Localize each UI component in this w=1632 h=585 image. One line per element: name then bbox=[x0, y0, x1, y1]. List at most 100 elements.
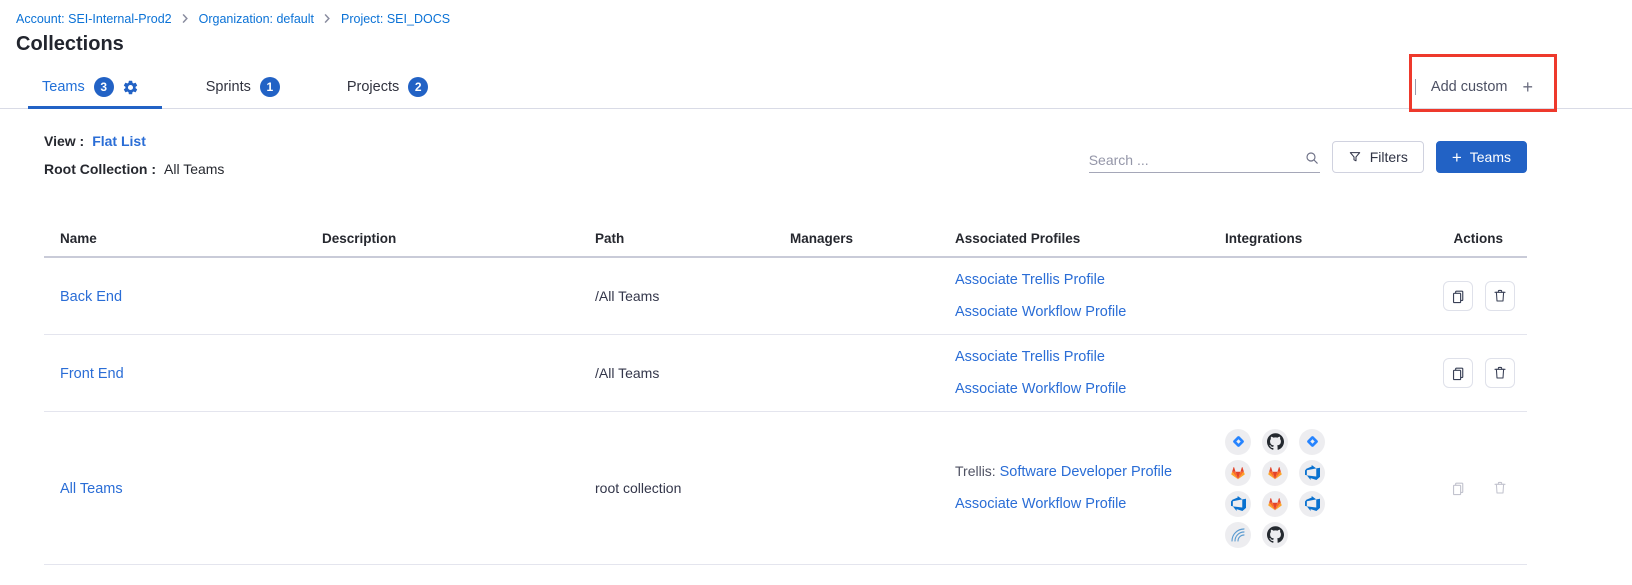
azure-devops-icon bbox=[1299, 460, 1325, 486]
profile-link[interactable]: Associate Workflow Profile bbox=[955, 381, 1126, 397]
delete-button[interactable] bbox=[1485, 358, 1515, 388]
profile-prefix: Trellis: bbox=[955, 463, 1000, 479]
plus-icon: + bbox=[1452, 150, 1462, 165]
jira-icon bbox=[1225, 429, 1251, 455]
controls-bar: View : Flat List Root Collection : All T… bbox=[44, 133, 1527, 197]
view-flat-list-link[interactable]: Flat List bbox=[92, 133, 146, 149]
filters-button[interactable]: Filters bbox=[1332, 141, 1424, 173]
profile-link[interactable]: Software Developer Profile bbox=[1000, 464, 1172, 480]
gear-icon[interactable] bbox=[122, 79, 139, 96]
column-header-managers: Managers bbox=[774, 219, 939, 256]
column-header-name: Name bbox=[44, 219, 306, 256]
tab-teams[interactable]: Teams 3 bbox=[42, 77, 139, 97]
integrations-grid bbox=[1225, 429, 1374, 548]
tab-projects[interactable]: Projects 2 bbox=[347, 77, 428, 97]
tab-label: Projects bbox=[347, 79, 399, 95]
profile-link[interactable]: Associate Workflow Profile bbox=[955, 304, 1126, 320]
add-custom-label: Add custom bbox=[1431, 79, 1508, 95]
trash-icon bbox=[1492, 480, 1508, 496]
jira-icon bbox=[1299, 429, 1325, 455]
profile-line: Associate Workflow Profile bbox=[955, 378, 1209, 400]
profile-link[interactable]: Associate Trellis Profile bbox=[955, 349, 1105, 365]
sonarqube-icon bbox=[1225, 522, 1251, 548]
tab-sprints[interactable]: Sprints 1 bbox=[206, 77, 280, 97]
trash-icon bbox=[1492, 365, 1508, 381]
plus-icon: + bbox=[1522, 80, 1533, 94]
collection-name-link[interactable]: All Teams bbox=[60, 481, 123, 497]
breadcrumb: Account: SEI-Internal-Prod2 Organization… bbox=[0, 0, 1632, 27]
cell-path: root collection bbox=[579, 480, 774, 496]
profile-line: Associate Trellis Profile bbox=[955, 346, 1209, 368]
cell-actions bbox=[1374, 358, 1527, 388]
breadcrumb-project-link[interactable]: Project: SEI_DOCS bbox=[341, 12, 450, 26]
filters-button-label: Filters bbox=[1370, 149, 1408, 165]
copy-button[interactable] bbox=[1443, 358, 1473, 388]
cell-associated-profiles: Trellis: Software Developer Profile Assoc… bbox=[939, 461, 1209, 515]
cell-name: Front End bbox=[44, 365, 306, 382]
profile-line: Trellis: Software Developer Profile bbox=[955, 461, 1209, 483]
chevron-right-icon bbox=[323, 14, 332, 23]
chevron-right-icon bbox=[181, 14, 190, 23]
filter-funnel-icon bbox=[1348, 150, 1362, 164]
cell-path: /All Teams bbox=[579, 288, 774, 304]
gitlab-icon bbox=[1262, 491, 1288, 517]
tab-count-badge: 1 bbox=[260, 77, 280, 97]
github-icon bbox=[1262, 522, 1288, 548]
copy-button[interactable] bbox=[1443, 281, 1473, 311]
add-custom-button[interactable]: Add custom + bbox=[1415, 79, 1533, 95]
column-header-integrations: Integrations bbox=[1209, 219, 1374, 256]
delete-button[interactable] bbox=[1485, 281, 1515, 311]
root-collection-label: Root Collection : bbox=[44, 161, 156, 177]
teams-button-label: Teams bbox=[1470, 149, 1511, 165]
page-title: Collections bbox=[16, 32, 1632, 57]
table-header-row: NameDescriptionPathManagersAssociated Pr… bbox=[44, 219, 1527, 258]
cell-name: Back End bbox=[44, 288, 306, 305]
github-icon bbox=[1262, 429, 1288, 455]
collection-name-link[interactable]: Front End bbox=[60, 366, 124, 382]
cell-actions bbox=[1374, 473, 1527, 503]
gitlab-icon bbox=[1225, 460, 1251, 486]
azure-devops-icon bbox=[1225, 491, 1251, 517]
table-row: Back End/All Teams Associate Trellis Prof… bbox=[44, 258, 1527, 335]
collection-name-link[interactable]: Back End bbox=[60, 289, 122, 305]
column-header-actions: Actions bbox=[1374, 219, 1527, 256]
tab-label: Teams bbox=[42, 79, 85, 95]
breadcrumb-account-link[interactable]: Account: SEI-Internal-Prod2 bbox=[16, 12, 172, 26]
cell-associated-profiles: Associate Trellis Profile Associate Workf… bbox=[939, 269, 1209, 323]
tab-count-badge: 3 bbox=[94, 77, 114, 97]
copy-button[interactable] bbox=[1443, 473, 1473, 503]
table-row: All Teams root collection Trellis: Softwar… bbox=[44, 412, 1527, 565]
copy-icon bbox=[1450, 480, 1467, 497]
copy-icon bbox=[1450, 365, 1467, 382]
trash-icon bbox=[1492, 288, 1508, 304]
profile-line: Associate Trellis Profile bbox=[955, 269, 1209, 291]
view-label: View : bbox=[44, 133, 84, 149]
profile-line: Associate Workflow Profile bbox=[955, 301, 1209, 323]
search-input[interactable] bbox=[1089, 152, 1304, 168]
azure-devops-icon bbox=[1299, 491, 1325, 517]
column-header-path: Path bbox=[579, 219, 774, 256]
tab-label: Sprints bbox=[206, 79, 251, 95]
gitlab-icon bbox=[1262, 460, 1288, 486]
column-header-description: Description bbox=[306, 219, 579, 256]
search-box bbox=[1089, 141, 1320, 173]
tab-count-badge: 2 bbox=[408, 77, 428, 97]
profile-link[interactable]: Associate Workflow Profile bbox=[955, 496, 1126, 512]
cell-path: /All Teams bbox=[579, 365, 774, 381]
column-header-associated-profiles: Associated Profiles bbox=[939, 219, 1209, 256]
copy-icon bbox=[1450, 288, 1467, 305]
cell-name: All Teams bbox=[44, 480, 306, 497]
delete-button[interactable] bbox=[1485, 473, 1515, 503]
profile-link[interactable]: Associate Trellis Profile bbox=[955, 272, 1105, 288]
active-tab-underline bbox=[28, 106, 162, 109]
cell-associated-profiles: Associate Trellis Profile Associate Workf… bbox=[939, 346, 1209, 400]
separator-pipe bbox=[1415, 79, 1416, 95]
profile-line: Associate Workflow Profile bbox=[955, 493, 1209, 515]
search-icon[interactable] bbox=[1304, 150, 1320, 168]
tab-bar: Teams 3 Sprints 1 Projects 2 Add custom + bbox=[0, 66, 1632, 109]
cell-integrations bbox=[1209, 429, 1374, 548]
add-teams-button[interactable]: + Teams bbox=[1436, 141, 1527, 173]
cell-actions bbox=[1374, 281, 1527, 311]
collections-table: NameDescriptionPathManagersAssociated Pr… bbox=[44, 219, 1527, 565]
breadcrumb-organization-link[interactable]: Organization: default bbox=[199, 12, 314, 26]
